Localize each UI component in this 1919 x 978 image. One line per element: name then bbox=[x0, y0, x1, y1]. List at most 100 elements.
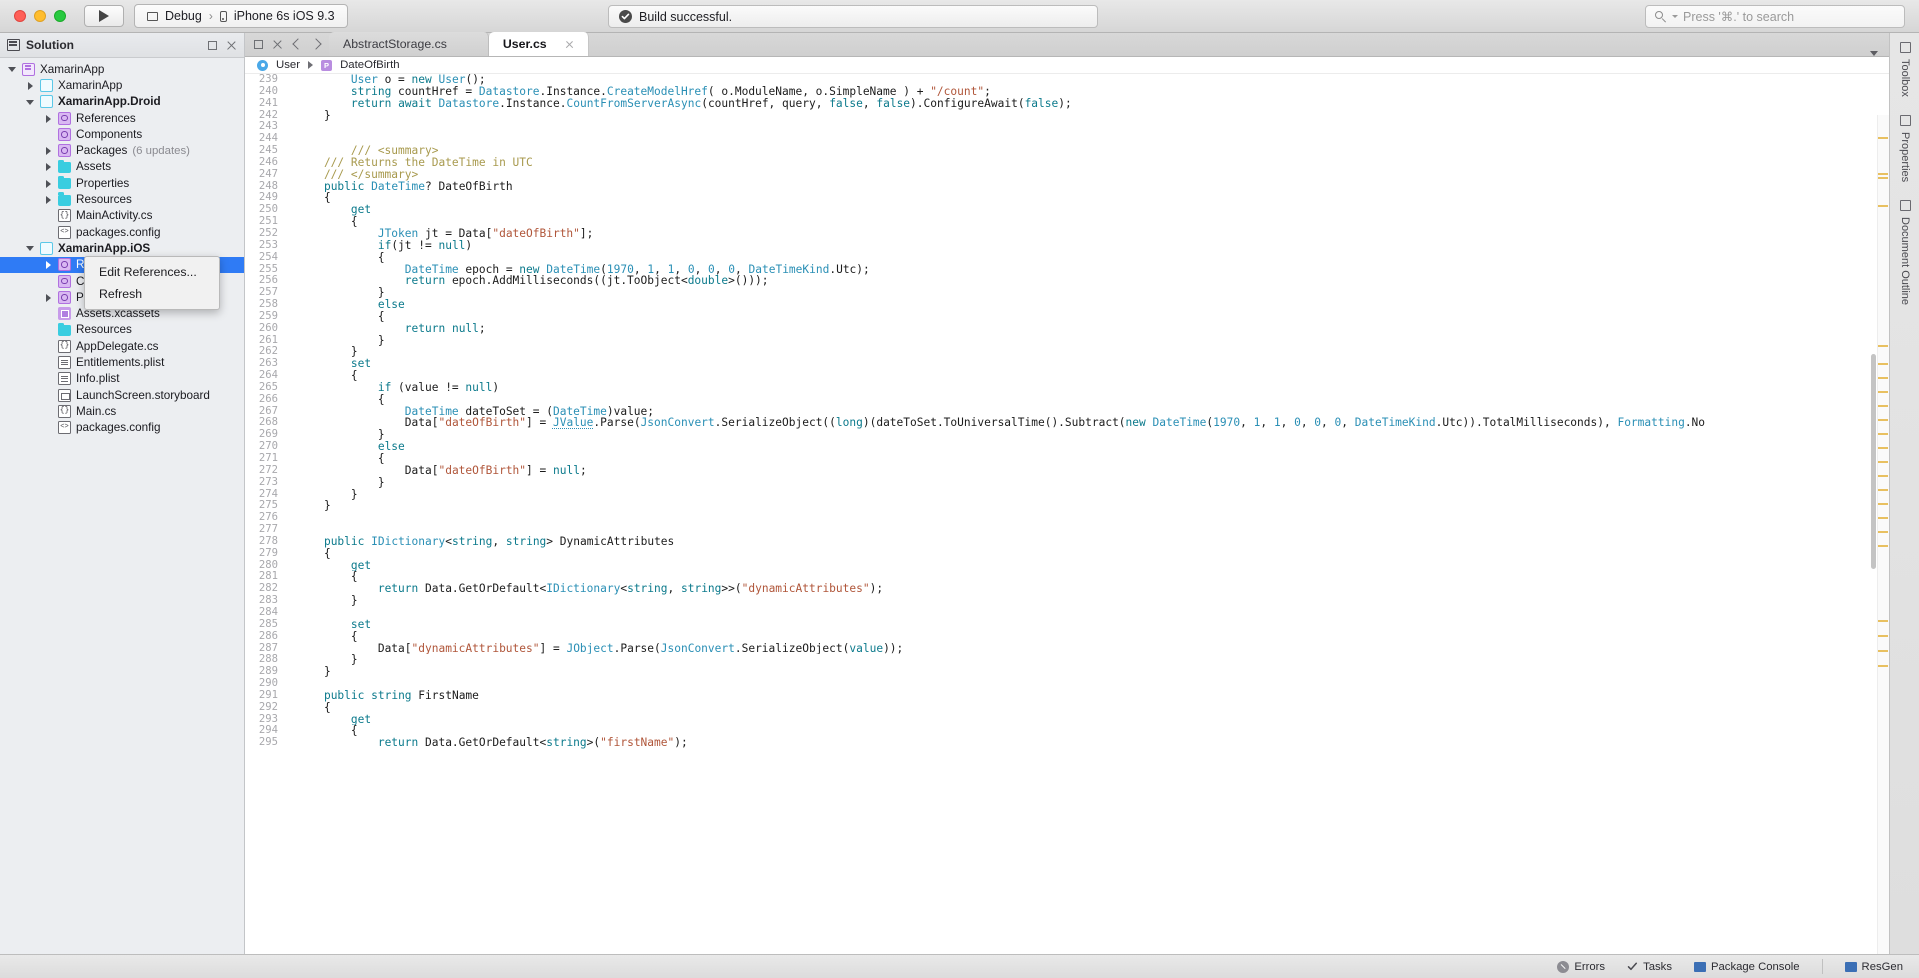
code-line[interactable]: 275 } bbox=[245, 500, 1889, 512]
maximize-window-button[interactable] bbox=[54, 10, 66, 22]
status-item-tasks[interactable]: Tasks bbox=[1627, 961, 1672, 973]
tree-item-components[interactable]: Components bbox=[0, 126, 244, 142]
code-line[interactable]: 272 Data["dateOfBirth"] = null; bbox=[245, 464, 1889, 477]
solution-tree[interactable]: XamarinApp XamarinApp XamarinApp.Droid Refe… bbox=[0, 58, 244, 436]
marker-tick[interactable] bbox=[1878, 345, 1888, 347]
code-line[interactable]: 278 public IDictionary<string, string> D… bbox=[245, 535, 1889, 548]
code-line[interactable]: 277 bbox=[245, 523, 1889, 536]
tree-item-entitlements-plist[interactable]: Entitlements.plist bbox=[0, 354, 244, 370]
code-line[interactable]: 249 { bbox=[245, 192, 1889, 204]
code-line[interactable]: 295 return Data.GetOrDefault<string>("fi… bbox=[245, 736, 1889, 749]
close-tab-icon[interactable] bbox=[565, 40, 574, 49]
tree-item-xamarinapp-ios[interactable]: XamarinApp.iOS bbox=[0, 240, 244, 256]
disclosure-triangle-right-icon[interactable] bbox=[44, 195, 53, 205]
disclosure-triangle-right-icon[interactable] bbox=[26, 81, 35, 90]
tree-item-launchscreen-storyboard[interactable]: LaunchScreen.storyboard bbox=[0, 387, 244, 403]
marker-tick[interactable] bbox=[1878, 205, 1888, 207]
code-line[interactable]: 254 { bbox=[245, 251, 1889, 264]
code-line[interactable]: 263 set bbox=[245, 357, 1889, 370]
code-line[interactable]: 276 bbox=[245, 511, 1889, 524]
vertical-scrollbar-thumb[interactable] bbox=[1871, 354, 1876, 569]
navigate-forward-icon[interactable] bbox=[310, 38, 322, 50]
marker-tick[interactable] bbox=[1878, 635, 1888, 637]
run-configuration-selector[interactable]: Debug › iPhone 6s iOS 9.3 bbox=[134, 4, 348, 28]
disclosure-triangle-down-icon[interactable] bbox=[26, 244, 35, 253]
disclosure-triangle-right-icon[interactable] bbox=[44, 260, 53, 270]
tree-item-properties[interactable]: Properties bbox=[0, 175, 244, 191]
code-line[interactable]: 265 if (value != null) bbox=[245, 381, 1889, 394]
marker-tick[interactable] bbox=[1878, 650, 1888, 652]
marker-column[interactable] bbox=[1877, 115, 1889, 954]
editor-close-icon[interactable] bbox=[272, 39, 283, 50]
code-line[interactable]: 267 DateTime dateToSet = (DateTime)value… bbox=[245, 405, 1889, 418]
marker-tick[interactable] bbox=[1878, 447, 1888, 449]
menu-item-edit-references[interactable]: Edit References... bbox=[85, 261, 219, 283]
code-line[interactable]: 290 bbox=[245, 677, 1889, 690]
navigate-back-icon[interactable] bbox=[292, 38, 304, 50]
code-scroll-area[interactable]: 239 User o = new User(); 240 string count… bbox=[245, 74, 1889, 954]
close-window-button[interactable] bbox=[14, 10, 26, 22]
code-line[interactable]: 292 { bbox=[245, 701, 1889, 714]
code-line[interactable]: 247 /// </summary> bbox=[245, 168, 1889, 181]
code-line[interactable]: 240 string countHref = Datastore.Instanc… bbox=[245, 85, 1889, 98]
run-button[interactable] bbox=[84, 5, 124, 27]
marker-tick[interactable] bbox=[1878, 405, 1888, 407]
marker-tick[interactable] bbox=[1878, 489, 1888, 491]
breadcrumb-class[interactable]: User bbox=[276, 59, 300, 71]
code-line[interactable]: 264 { bbox=[245, 369, 1889, 382]
tree-item-packages[interactable]: Packages (6 updates) bbox=[0, 142, 244, 158]
code-line[interactable]: 285 set bbox=[245, 618, 1889, 631]
code-line[interactable]: 282 return Data.GetOrDefault<IDictionary… bbox=[245, 582, 1889, 595]
code-line[interactable]: 260 return null; bbox=[245, 322, 1889, 335]
tree-item-mainactivity-cs[interactable]: {} MainActivity.cs bbox=[0, 208, 244, 224]
code-text[interactable]: 239 User o = new User(); 240 string count… bbox=[245, 74, 1889, 749]
editor-tabs[interactable]: AbstractStorage.cs User.cs bbox=[329, 32, 589, 56]
tree-item-resources[interactable]: Resources bbox=[0, 322, 244, 338]
disclosure-triangle-right-icon[interactable] bbox=[44, 293, 53, 302]
code-line[interactable]: 271 { bbox=[245, 452, 1889, 465]
code-line[interactable]: 279 { bbox=[245, 547, 1889, 560]
dock-item-properties[interactable]: Properties bbox=[1890, 106, 1919, 191]
code-line[interactable]: 261 } bbox=[245, 334, 1889, 347]
code-line[interactable]: 284 bbox=[245, 606, 1889, 619]
code-line[interactable]: 273 } bbox=[245, 476, 1889, 489]
code-line[interactable]: 259 { bbox=[245, 310, 1889, 323]
code-line[interactable]: 280 get bbox=[245, 559, 1889, 572]
marker-tick[interactable] bbox=[1878, 620, 1888, 622]
marker-tick[interactable] bbox=[1878, 137, 1888, 139]
code-line[interactable]: 289 } bbox=[245, 665, 1889, 678]
code-line[interactable]: 269 } bbox=[245, 428, 1889, 441]
code-line[interactable]: 293 get bbox=[245, 713, 1889, 726]
pad-dock-button[interactable] bbox=[208, 40, 217, 50]
code-line[interactable]: 287 Data["dynamicAttributes"] = JObject.… bbox=[245, 642, 1889, 655]
tree-item-appdelegate-cs[interactable]: {} AppDelegate.cs bbox=[0, 338, 244, 354]
code-line[interactable]: 270 else bbox=[245, 440, 1889, 453]
tab-overflow-button[interactable] bbox=[1859, 51, 1889, 56]
marker-tick[interactable] bbox=[1878, 461, 1888, 463]
pad-close-icon[interactable] bbox=[226, 40, 237, 51]
status-item-package-console[interactable]: Package Console bbox=[1693, 961, 1800, 973]
editor-pin-button[interactable] bbox=[254, 39, 263, 49]
disclosure-triangle-right-icon[interactable] bbox=[44, 179, 53, 188]
marker-tick[interactable] bbox=[1878, 665, 1888, 667]
code-line[interactable]: 253 if(jt != null) bbox=[245, 239, 1889, 252]
code-line[interactable]: 256 return epoch.AddMilliseconds((jt.ToO… bbox=[245, 274, 1889, 287]
tree-item-main-cs[interactable]: {} Main.cs bbox=[0, 403, 244, 419]
code-line[interactable]: 286 { bbox=[245, 630, 1889, 643]
code-line[interactable]: 244 bbox=[245, 132, 1889, 145]
tree-item-assets[interactable]: Assets bbox=[0, 159, 244, 175]
marker-tick[interactable] bbox=[1878, 503, 1888, 505]
code-line[interactable]: 266 { bbox=[245, 393, 1889, 406]
code-line[interactable]: 243 bbox=[245, 121, 1889, 133]
code-line[interactable]: 246 /// Returns the DateTime in UTC bbox=[245, 156, 1889, 169]
disclosure-triangle-right-icon[interactable] bbox=[44, 114, 53, 123]
code-line[interactable]: 245 /// <summary> bbox=[245, 144, 1889, 157]
marker-tick[interactable] bbox=[1878, 545, 1888, 547]
code-line[interactable]: 294 { bbox=[245, 725, 1889, 737]
disclosure-triangle-right-icon[interactable] bbox=[44, 146, 53, 156]
disclosure-triangle-down-icon[interactable] bbox=[26, 97, 35, 106]
marker-tick[interactable] bbox=[1878, 517, 1888, 519]
tree-item-packages-config[interactable]: <> packages.config bbox=[0, 420, 244, 436]
code-line[interactable]: 242 } bbox=[245, 109, 1889, 122]
status-item-errors[interactable]: Errors bbox=[1557, 960, 1605, 973]
